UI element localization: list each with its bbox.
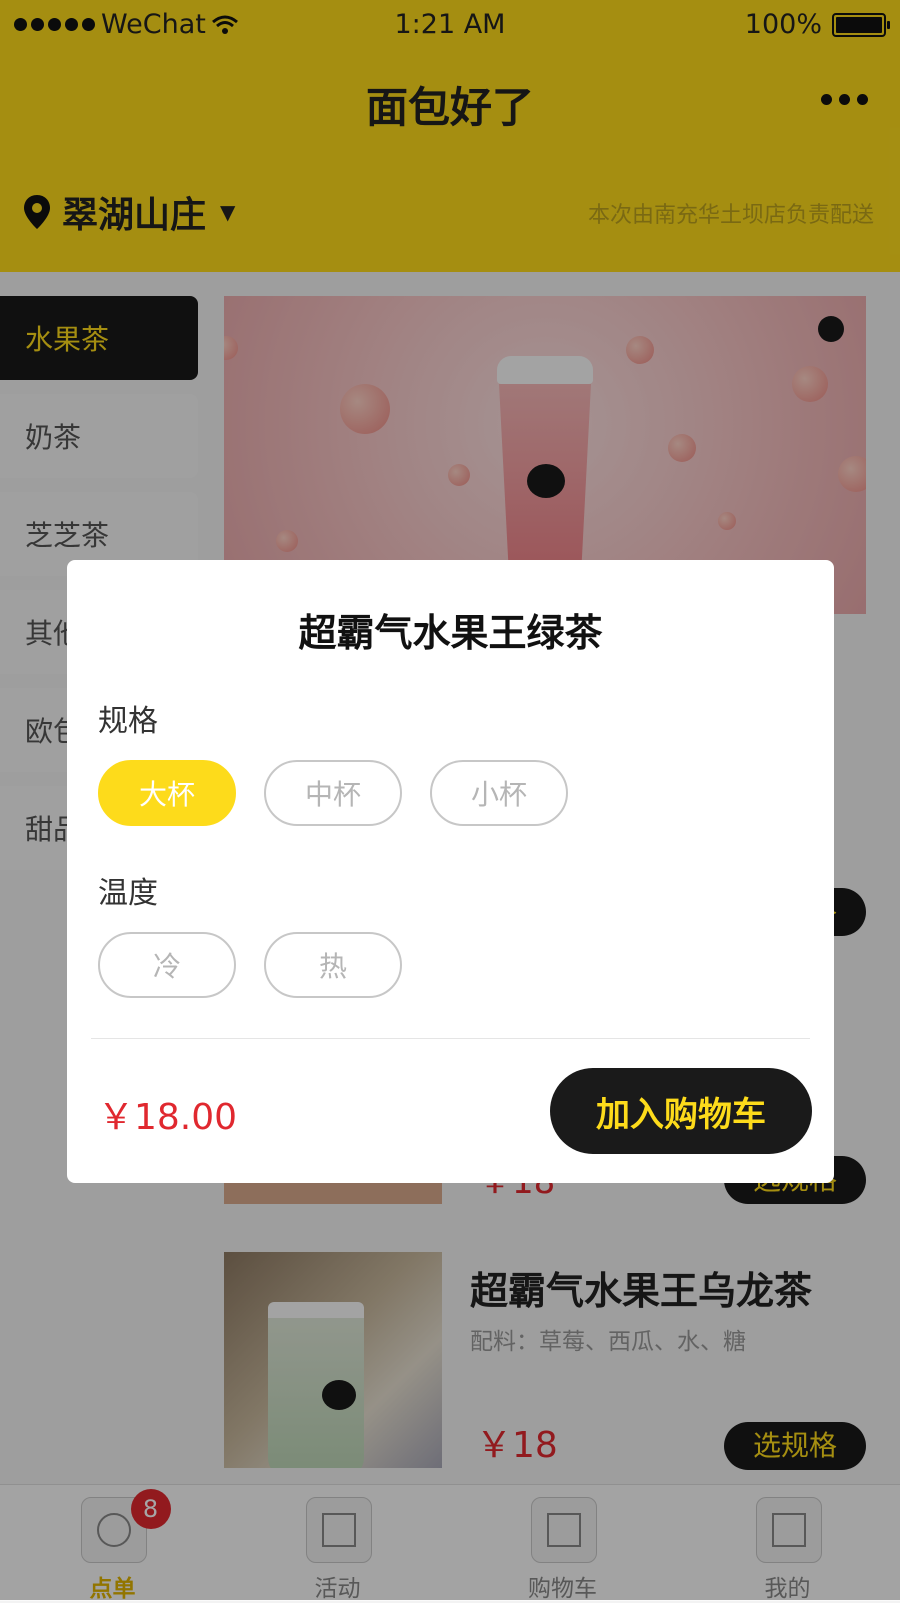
dialog-title: 超霸气水果王绿茶	[298, 611, 603, 655]
divider	[91, 1038, 810, 1039]
size-options: 大杯 中杯 小杯	[98, 760, 568, 826]
size-option-small[interactable]: 小杯	[430, 760, 568, 826]
add-to-cart-button[interactable]: 加入购物车	[550, 1068, 812, 1154]
size-option-medium[interactable]: 中杯	[264, 760, 402, 826]
size-option-large[interactable]: 大杯	[98, 760, 236, 826]
temperature-label: 温度	[98, 876, 158, 911]
dialog-price: ￥18.00	[98, 1097, 238, 1138]
temp-option-cold[interactable]: 冷	[98, 932, 236, 998]
spec-selection-dialog: 超霸气水果王绿茶 规格 大杯 中杯 小杯 温度 冷 热 ￥18.00 加入购物车	[67, 560, 834, 1183]
size-label: 规格	[98, 704, 158, 739]
temp-option-hot[interactable]: 热	[264, 932, 402, 998]
temperature-options: 冷 热	[98, 932, 402, 998]
